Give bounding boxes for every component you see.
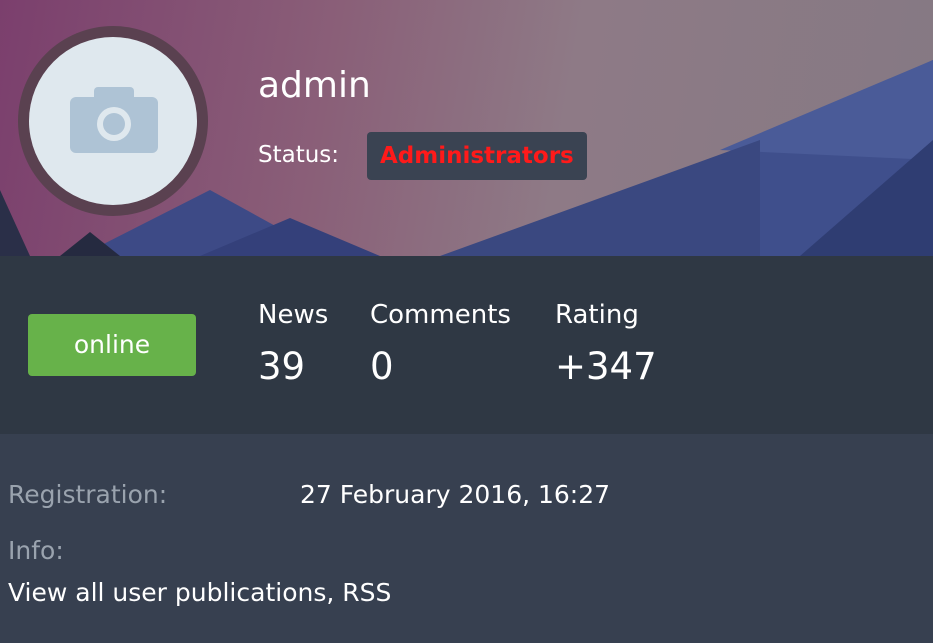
stat-news: News 39 <box>258 298 328 388</box>
user-profile-page: admin Status: Administrators online News… <box>0 0 933 643</box>
profile-cover: admin Status: Administrators <box>0 0 933 256</box>
registration-label: Registration: <box>8 480 168 509</box>
online-status-button[interactable]: online <box>28 314 196 376</box>
status-label: Status: <box>258 142 340 168</box>
stat-value: 39 <box>258 345 306 388</box>
stat-comments: Comments 0 <box>370 298 511 388</box>
stat-value: +347 <box>555 345 657 388</box>
avatar[interactable] <box>29 37 197 205</box>
stat-label: News <box>258 300 329 330</box>
stat-label: Rating <box>555 300 639 330</box>
registration-date: 27 February 2016, 16:27 <box>300 480 611 509</box>
info-label: Info: <box>8 536 64 565</box>
view-publications-link[interactable]: View all user publications <box>8 578 326 607</box>
profile-details: Registration: 27 February 2016, 16:27 In… <box>0 434 933 643</box>
status-badge: Administrators <box>367 132 587 180</box>
camera-icon <box>70 87 158 153</box>
stat-rating: Rating +347 <box>555 298 657 388</box>
stats-bar: online News 39 Comments 0 Rating +347 <box>0 256 933 434</box>
stat-value: 0 <box>370 345 394 388</box>
username: admin <box>258 65 371 106</box>
info-links: View all user publications, RSS <box>8 577 391 609</box>
link-separator: , <box>326 578 343 607</box>
stat-label: Comments <box>370 300 511 330</box>
rss-link[interactable]: RSS <box>342 578 391 607</box>
